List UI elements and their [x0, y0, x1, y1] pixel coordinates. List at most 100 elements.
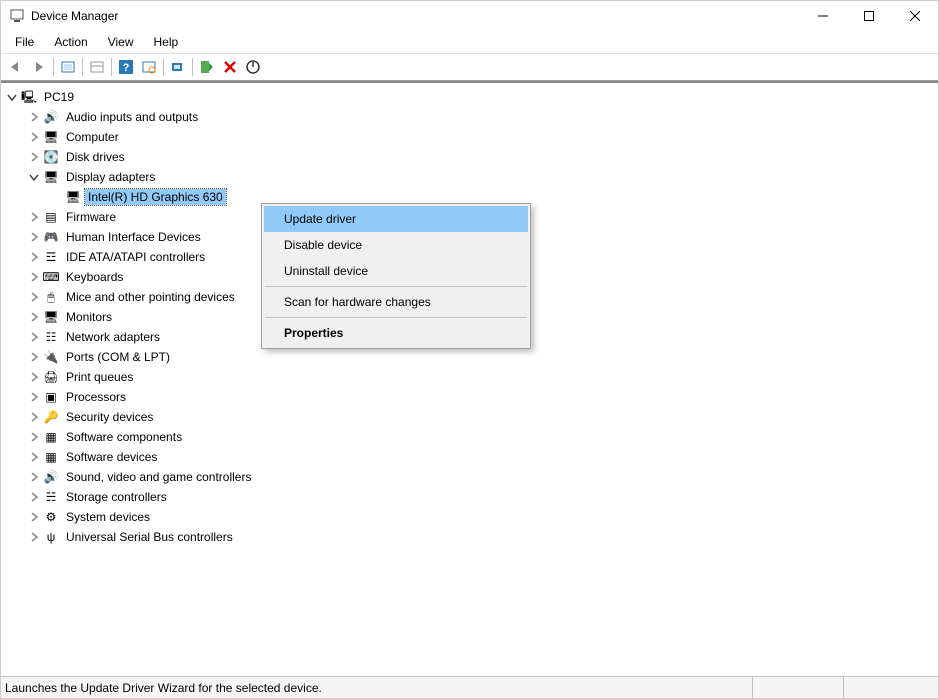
menu-view[interactable]: View [98, 33, 144, 51]
collapse-icon[interactable] [27, 170, 41, 184]
status-separator [752, 677, 753, 698]
expand-icon[interactable] [27, 510, 41, 524]
forward-button[interactable] [28, 56, 50, 78]
disk-icon: 💽 [43, 149, 59, 165]
status-separator [843, 677, 844, 698]
update-driver-button[interactable] [167, 56, 189, 78]
properties-button[interactable] [86, 56, 108, 78]
menu-help[interactable]: Help [144, 33, 189, 51]
expand-icon[interactable] [27, 290, 41, 304]
expand-icon[interactable] [27, 430, 41, 444]
expand-icon[interactable] [27, 350, 41, 364]
tree-category-16[interactable]: ▦ Software devices [27, 447, 938, 467]
context-separator [265, 286, 527, 287]
expand-icon[interactable] [27, 270, 41, 284]
tree-category-11-label: Ports (COM & LPT) [63, 349, 173, 365]
uninstall-device-button[interactable] [219, 56, 241, 78]
collapse-icon[interactable] [5, 90, 19, 104]
monitor-icon: 🖥 [43, 309, 59, 325]
pc-icon: 🖳 [21, 89, 37, 105]
window-title: Device Manager [31, 9, 800, 23]
tree-category-19-label: System devices [63, 509, 153, 525]
minimize-button[interactable] [800, 1, 846, 31]
tree-root-node[interactable]: 🖳PC19 [5, 87, 938, 107]
tree-category-14[interactable]: 🔑Security devices [27, 407, 938, 427]
system-icon: ⚙ [43, 509, 59, 525]
window-controls [800, 1, 938, 31]
expand-icon[interactable] [27, 390, 41, 404]
expand-icon[interactable] [27, 370, 41, 384]
expand-icon[interactable] [27, 230, 41, 244]
svg-text:▣: ▣ [45, 390, 56, 404]
context-update-driver[interactable]: Update driver [264, 206, 528, 232]
tree-category-4-label: Firmware [63, 209, 119, 225]
tree-category-8-label: Mice and other pointing devices [63, 289, 238, 305]
app-icon [9, 8, 25, 24]
menu-file[interactable]: File [5, 33, 44, 51]
expand-icon[interactable] [27, 330, 41, 344]
tree-category-13[interactable]: ▣Processors [27, 387, 938, 407]
tree-category-16-label: Software devices [63, 449, 160, 465]
tree-category-1[interactable]: 🖥Computer [27, 127, 938, 147]
expand-icon[interactable] [27, 490, 41, 504]
tree-category-12[interactable]: 🖨Print queues [27, 367, 938, 387]
svg-text:🔑: 🔑 [44, 409, 59, 424]
tree-category-15[interactable]: ▦Software components [27, 427, 938, 447]
svg-text:🖥: 🖥 [43, 310, 58, 324]
enable-device-button[interactable] [196, 56, 218, 78]
scan-button[interactable] [138, 56, 160, 78]
toolbar: ? [1, 53, 938, 81]
svg-text:▦: ▦ [45, 450, 56, 464]
expand-icon[interactable] [27, 530, 41, 544]
usb-icon: ψ [43, 529, 59, 545]
mouse-icon: 🖱 [43, 289, 59, 305]
help-button[interactable]: ? [115, 56, 137, 78]
hid-icon: 🎮 [43, 229, 59, 245]
svg-text:🎮: 🎮 [44, 230, 59, 244]
maximize-button[interactable] [846, 1, 892, 31]
expand-icon[interactable] [27, 470, 41, 484]
tree-category-0[interactable]: 🔊Audio inputs and outputs [27, 107, 938, 127]
tree-category-18[interactable]: ☵Storage controllers [27, 487, 938, 507]
tree-category-19[interactable]: ⚙ System devices [27, 507, 938, 527]
tree-category-3[interactable]: 🖥Display adapters [27, 167, 938, 187]
svg-text:🔊: 🔊 [44, 469, 59, 484]
device-tree[interactable]: 🖳PC19🔊Audio inputs and outputs🖥Computer💽… [1, 81, 938, 676]
show-hidden-button[interactable] [57, 56, 79, 78]
tree-category-20[interactable]: ψUniversal Serial Bus controllers [27, 527, 938, 547]
keyboard-icon: ⌨ [43, 269, 59, 285]
printer-icon: 🖨 [43, 369, 59, 385]
tree-category-6-label: IDE ATA/ATAPI controllers [63, 249, 208, 265]
context-uninstall-device[interactable]: Uninstall device [264, 258, 528, 284]
expand-icon[interactable] [27, 450, 41, 464]
chip-icon: ▤ [43, 209, 59, 225]
tree-category-17[interactable]: 🔊Sound, video and game controllers [27, 467, 938, 487]
toolbar-separator [163, 58, 164, 76]
expand-icon[interactable] [27, 310, 41, 324]
context-disable-device[interactable]: Disable device [264, 232, 528, 258]
titlebar: Device Manager [1, 1, 938, 31]
expand-icon[interactable] [27, 110, 41, 124]
tree-category-9-label: Monitors [63, 309, 115, 325]
close-button[interactable] [892, 1, 938, 31]
back-button[interactable] [5, 56, 27, 78]
tree-category-2-label: Disk drives [63, 149, 128, 165]
tree-category-11[interactable]: 🔌Ports (COM & LPT) [27, 347, 938, 367]
expand-icon[interactable] [27, 210, 41, 224]
svg-text:⌨: ⌨ [43, 270, 59, 284]
context-scan-hardware[interactable]: Scan for hardware changes [264, 289, 528, 315]
tree-category-3-label: Display adapters [63, 169, 158, 185]
expand-icon[interactable] [27, 250, 41, 264]
context-properties[interactable]: Properties [264, 320, 528, 346]
tree-category-18-label: Storage controllers [63, 489, 170, 505]
menubar: File Action View Help [1, 31, 938, 53]
svg-text:⚙: ⚙ [46, 510, 57, 524]
svg-text:🖳: 🖳 [21, 90, 37, 104]
disable-device-button[interactable] [242, 56, 264, 78]
expand-icon[interactable] [27, 410, 41, 424]
tree-category-15-label: Software components [63, 429, 185, 445]
expand-icon[interactable] [27, 130, 41, 144]
expand-icon[interactable] [27, 150, 41, 164]
tree-category-2[interactable]: 💽Disk drives [27, 147, 938, 167]
menu-action[interactable]: Action [44, 33, 97, 51]
